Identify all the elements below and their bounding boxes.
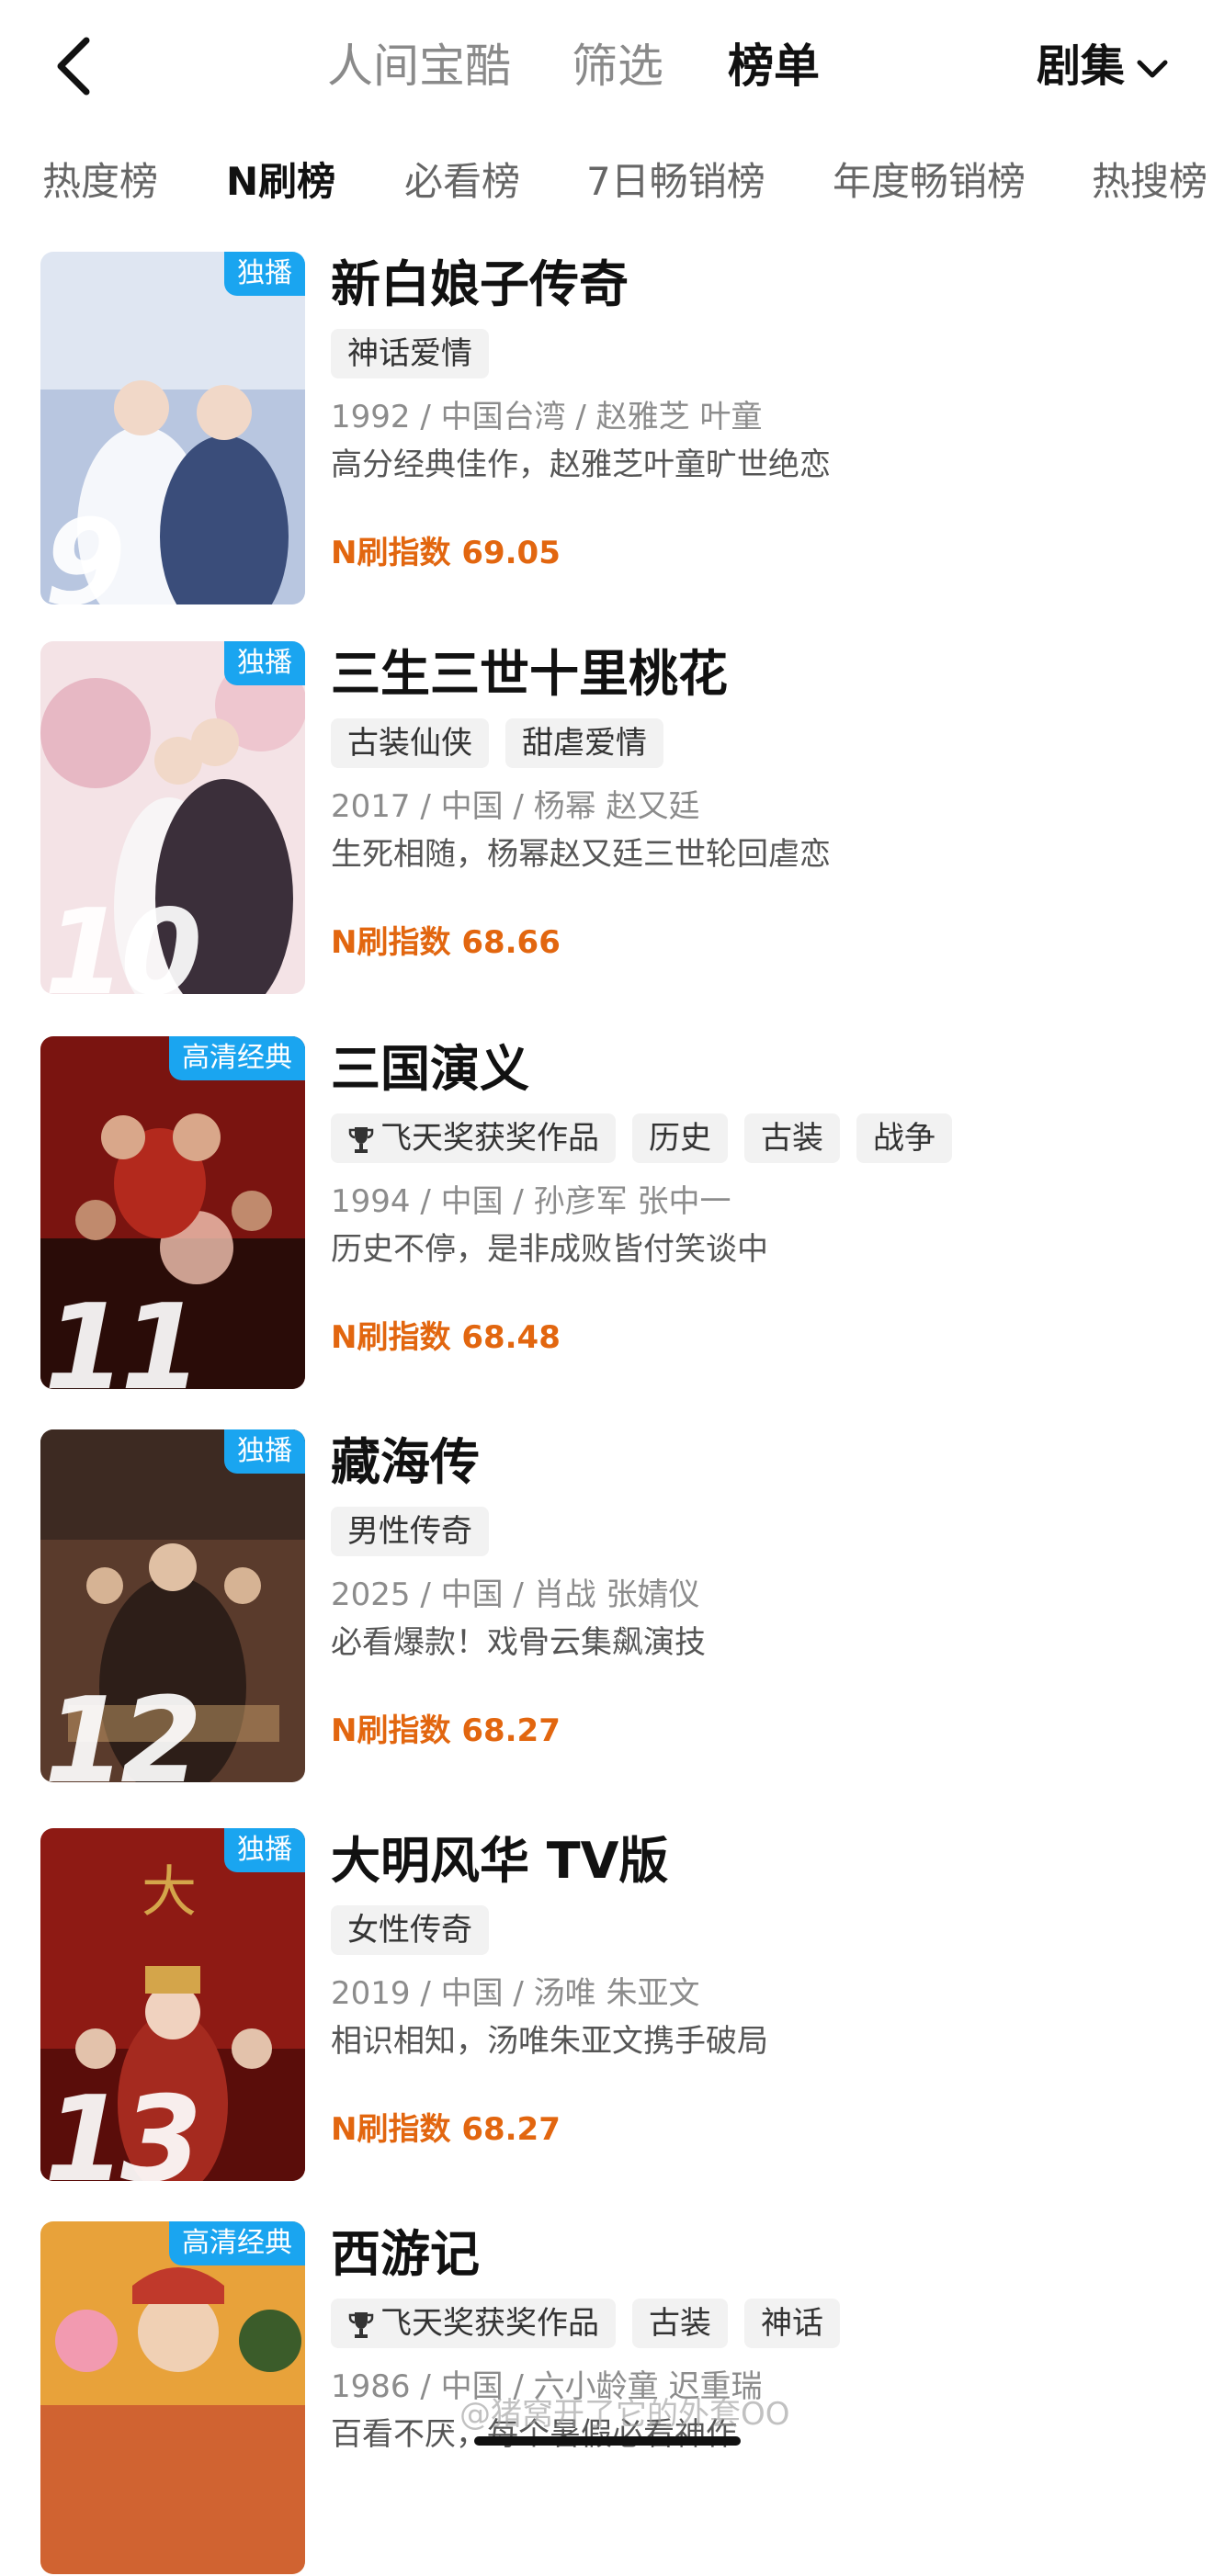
- item-title[interactable]: 三国演义: [331, 1036, 529, 1102]
- tab-renjian-baoku[interactable]: 人间宝酷: [327, 33, 511, 99]
- poster[interactable]: 独播 12: [40, 1429, 305, 1782]
- item-title[interactable]: 三生三世十里桃花: [331, 641, 728, 707]
- rank-tabs: 热度榜 N刷榜 必看榜 7日畅销榜 年度畅销榜 热搜榜: [0, 147, 1213, 217]
- award-tag-label: 飞天奖获奖作品: [380, 1120, 599, 1157]
- home-indicator[interactable]: [474, 2436, 741, 2446]
- poster[interactable]: 独播 10: [40, 641, 305, 994]
- rank-tab-annual-sales[interactable]: 年度畅销榜: [833, 147, 1026, 217]
- poster[interactable]: 独播 9: [40, 252, 305, 604]
- trophy-icon: [348, 1126, 374, 1153]
- tag[interactable]: 古装: [744, 1113, 840, 1163]
- tag-list: 女性传奇: [331, 1905, 505, 1955]
- item-desc: 生死相随，杨幂赵又廷三世轮回虐恋: [331, 836, 831, 873]
- rank-number: 9: [44, 495, 126, 605]
- award-tag[interactable]: 飞天奖获奖作品: [331, 1113, 616, 1163]
- n-score: N刷指数 68.27: [331, 2104, 561, 2155]
- chevron-down-icon: [1137, 60, 1168, 78]
- score-label: N刷指数: [331, 2111, 451, 2148]
- item-desc: 相识相知，汤唯朱亚文携手破局: [331, 2023, 768, 2060]
- list-item[interactable]: 独播 9 新白娘子传奇 神话爱情 1992 / 中国台湾 / 赵雅芝 叶童 高分…: [0, 252, 1213, 606]
- rank-tab-hot-search[interactable]: 热搜榜: [1092, 147, 1207, 217]
- genre-select-label: 剧集: [1036, 40, 1125, 92]
- rank-tab-nshua[interactable]: N刷榜: [226, 147, 335, 217]
- rank-tab-hot[interactable]: 热度榜: [42, 147, 158, 217]
- tag[interactable]: 男性传奇: [331, 1507, 489, 1556]
- item-desc: 高分经典佳作，赵雅芝叶童旷世绝恋: [331, 446, 831, 483]
- score-label: N刷指数: [331, 924, 451, 961]
- genre-select[interactable]: 剧集: [1037, 33, 1171, 99]
- tag-list: 神话爱情: [331, 329, 505, 378]
- score-label: N刷指数: [331, 535, 451, 571]
- rank-number: 13: [44, 2072, 202, 2182]
- rank-tab-must-watch[interactable]: 必看榜: [404, 147, 520, 217]
- item-meta: 1994 / 中国 / 孙彦军 张中一: [331, 1183, 731, 1220]
- badge: 高清经典: [169, 1036, 305, 1080]
- score-value: 69.05: [461, 535, 561, 571]
- list-item[interactable]: 高清经典 11 三国演义 飞天奖获奖作品 历史 古装 战争 1994 / 中国 / 孙…: [0, 1036, 1213, 1391]
- watermark: @猪窝开了它的外套OO: [459, 2396, 790, 2433]
- badge: 独播: [224, 252, 305, 296]
- item-title[interactable]: 大明风华 TV版: [331, 1828, 668, 1894]
- main-tabs: 人间宝酷 筛选 榜单: [0, 33, 1213, 99]
- tag-list: 飞天奖获奖作品 历史 古装 战争: [331, 1113, 969, 1163]
- n-score: N刷指数 68.27: [331, 1705, 561, 1757]
- rank-number: 10: [44, 885, 202, 995]
- item-desc: 历史不停，是非成败皆付笑谈中: [331, 1231, 768, 1268]
- item-meta: 2017 / 中国 / 杨幂 赵又廷: [331, 788, 700, 825]
- top-nav: 人间宝酷 筛选 榜单 剧集: [0, 0, 1213, 138]
- n-score: N刷指数 69.05: [331, 527, 561, 579]
- item-desc: 必看爆款！戏骨云集飙演技: [331, 1624, 706, 1661]
- tag[interactable]: 古装仙侠: [331, 718, 489, 768]
- tag[interactable]: 战争: [856, 1113, 952, 1163]
- tag-list: 飞天奖获奖作品 古装 神话: [331, 2299, 856, 2348]
- score-label: N刷指数: [331, 1712, 451, 1749]
- score-label: N刷指数: [331, 1319, 451, 1356]
- score-value: 68.48: [461, 1319, 561, 1356]
- item-title[interactable]: 西游记: [331, 2221, 480, 2288]
- trophy-icon: [348, 2311, 374, 2338]
- item-meta: 2025 / 中国 / 肖战 张婧仪: [331, 1576, 700, 1613]
- list-item[interactable]: 大 独播 13 大明风华 TV版 女性传奇 2019 / 中国 / 汤唯 朱亚文…: [0, 1828, 1213, 2183]
- score-value: 68.27: [461, 2111, 561, 2148]
- poster[interactable]: 大 独播 13: [40, 1828, 305, 2181]
- list-item[interactable]: 独播 10 三生三世十里桃花 古装仙侠 甜虐爱情 2017 / 中国 / 杨幂 赵…: [0, 641, 1213, 996]
- item-meta: 2019 / 中国 / 汤唯 朱亚文: [331, 1975, 700, 2012]
- tab-filter[interactable]: 筛选: [572, 33, 663, 99]
- item-meta: 1992 / 中国台湾 / 赵雅芝 叶童: [331, 399, 763, 435]
- svg-text:大: 大: [142, 1860, 197, 1925]
- award-tag[interactable]: 飞天奖获奖作品: [331, 2299, 616, 2348]
- poster[interactable]: 高清经典: [40, 2221, 305, 2574]
- n-score: N刷指数 68.66: [331, 917, 561, 968]
- poster-image: [40, 2221, 305, 2574]
- tag[interactable]: 女性传奇: [331, 1905, 489, 1955]
- rank-number: 12: [44, 1673, 202, 1783]
- score-value: 68.27: [461, 1712, 561, 1749]
- n-score: N刷指数 68.48: [331, 1312, 561, 1363]
- tag[interactable]: 神话: [744, 2299, 840, 2348]
- tag[interactable]: 神话爱情: [331, 329, 489, 378]
- tag[interactable]: 历史: [632, 1113, 728, 1163]
- badge: 独播: [224, 641, 305, 685]
- rank-tab-7day-sales[interactable]: 7日畅销榜: [586, 147, 765, 217]
- tag-list: 古装仙侠 甜虐爱情: [331, 718, 680, 768]
- tag[interactable]: 古装: [632, 2299, 728, 2348]
- badge: 高清经典: [169, 2221, 305, 2265]
- badge: 独播: [224, 1828, 305, 1872]
- tag[interactable]: 甜虐爱情: [505, 718, 663, 768]
- item-title[interactable]: 新白娘子传奇: [331, 252, 629, 318]
- tag-list: 男性传奇: [331, 1507, 505, 1556]
- award-tag-label: 飞天奖获奖作品: [380, 2305, 599, 2342]
- rank-number: 11: [44, 1280, 202, 1390]
- item-title[interactable]: 藏海传: [331, 1429, 480, 1496]
- tab-ranking[interactable]: 榜单: [728, 33, 820, 99]
- list-item[interactable]: 独播 12 藏海传 男性传奇 2025 / 中国 / 肖战 张婧仪 必看爆款！戏…: [0, 1429, 1213, 1784]
- score-value: 68.66: [461, 924, 561, 961]
- poster[interactable]: 高清经典 11: [40, 1036, 305, 1389]
- badge: 独播: [224, 1429, 305, 1474]
